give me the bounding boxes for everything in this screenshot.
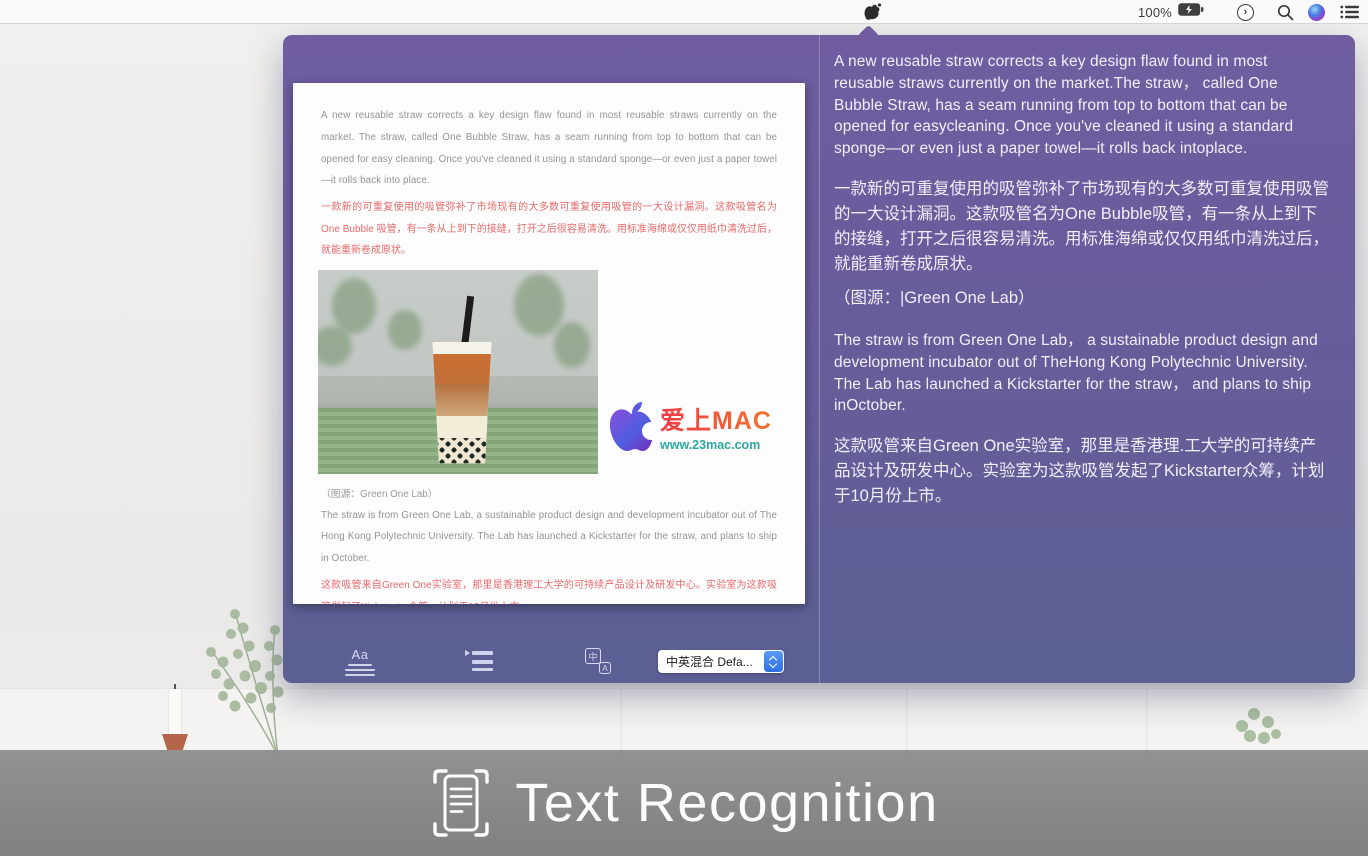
doc-caption: （图源：Green One Lab）	[321, 486, 777, 500]
bubble-tea-cup	[430, 342, 494, 466]
cabinet-seam	[620, 689, 622, 759]
language-select[interactable]: 中英混合 Defa...	[658, 650, 784, 673]
menu-bar: 100% ›	[0, 0, 1368, 24]
translate-icon[interactable]: 中A	[585, 648, 611, 674]
battery-status[interactable]: 100%	[1138, 0, 1204, 24]
watermark: 爱上MAC www.23mac.com	[608, 401, 778, 453]
scan-document-icon	[429, 765, 493, 841]
battery-percent-label: 100%	[1138, 5, 1172, 20]
doc-paragraph-en-2: The straw is from Green One Lab, a susta…	[321, 505, 777, 570]
watermark-brand: 爱上MAC	[660, 401, 772, 437]
siri-icon[interactable]	[1308, 0, 1325, 24]
apple-logo-icon	[608, 401, 654, 453]
recognized-text-panel[interactable]: A new reusable straw corrects a key desi…	[820, 35, 1355, 683]
desktop: 100% ›	[0, 0, 1368, 856]
text-scanner-app-icon[interactable]	[860, 0, 884, 24]
recognized-paragraph-en-2: The straw is from Green One Lab， a susta…	[834, 330, 1329, 417]
watermark-url: www.23mac.com	[660, 438, 772, 452]
font-size-icon[interactable]: Aa	[345, 647, 375, 676]
straw	[461, 295, 474, 347]
small-plant	[1222, 696, 1292, 754]
banner-title: Text Recognition	[515, 772, 938, 834]
recognized-source-line: （图源：|Green One Lab）	[834, 286, 1329, 311]
preview-toolbar: Aa 中A 中英混合 Defa...	[283, 643, 819, 683]
text-recognition-popover: A new reusable straw corrects a key desi…	[283, 35, 1355, 683]
recognized-paragraph-cn-1: 一款新的可重复使用的吸管弥补了市场现有的大多数可重复使用吸管的一大设计漏洞。这款…	[834, 177, 1329, 277]
list-icon[interactable]	[1340, 0, 1359, 24]
battery-charging-icon	[1178, 3, 1204, 21]
select-stepper-icon	[764, 651, 783, 672]
document-preview-page: A new reusable straw corrects a key desi…	[293, 83, 805, 604]
doc-paragraph-cn-1: 一款新的可重复使用的吸管弥补了市场现有的大多数可重复使用吸管的一大设计漏洞。这款…	[321, 197, 777, 262]
doc-paragraph-cn-2: 这款吸管来自Green One实验室，那里是香港理工大学的可持续产品设计及研发中…	[321, 575, 777, 604]
language-select-value: 中英混合 Defa...	[658, 653, 764, 670]
eucalyptus-plant	[183, 598, 298, 758]
search-icon[interactable]	[1277, 0, 1294, 24]
play-circle-icon[interactable]: ›	[1237, 0, 1254, 24]
doc-paragraph-en-1: A new reusable straw corrects a key desi…	[321, 105, 777, 192]
candle	[160, 684, 190, 752]
bubble-tea-photo	[318, 270, 598, 474]
cabinet-seam	[1146, 689, 1148, 759]
feature-banner: Text Recognition	[0, 750, 1368, 856]
cabinet-seam	[906, 689, 908, 759]
recognized-paragraph-en-1: A new reusable straw corrects a key desi…	[834, 51, 1329, 160]
recognized-paragraph-cn-2: 这款吸管来自Green One实验室，那里是香港理.工大学的可持续产品设计及研发…	[834, 434, 1329, 509]
list-view-icon[interactable]	[465, 650, 493, 675]
